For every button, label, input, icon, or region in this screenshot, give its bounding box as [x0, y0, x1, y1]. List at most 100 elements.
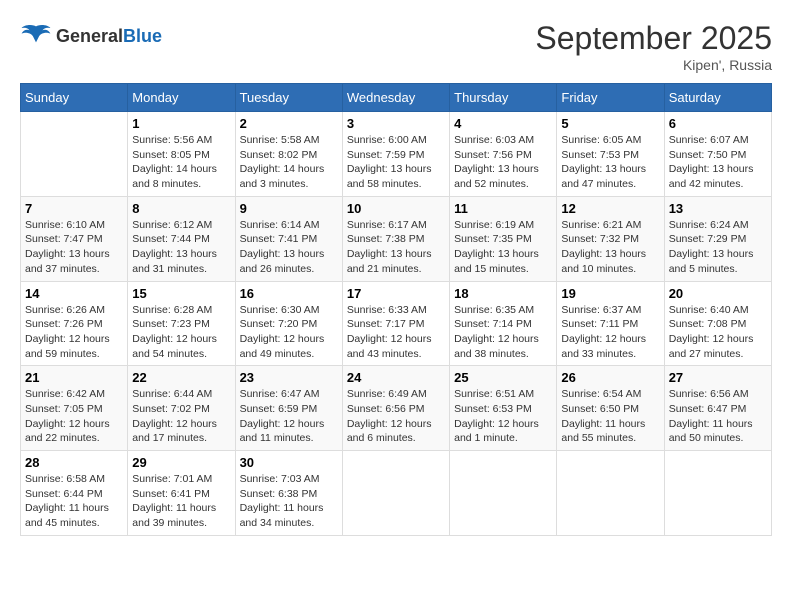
day-number: 17	[347, 286, 445, 301]
day-info: Sunrise: 6:28 AM Sunset: 7:23 PM Dayligh…	[132, 303, 230, 362]
weekday-header: Friday	[557, 84, 664, 112]
day-number: 27	[669, 370, 767, 385]
day-number: 16	[240, 286, 338, 301]
day-info: Sunrise: 6:12 AM Sunset: 7:44 PM Dayligh…	[132, 218, 230, 277]
weekday-header: Monday	[128, 84, 235, 112]
calendar-cell: 2 Sunrise: 5:58 AM Sunset: 8:02 PM Daylig…	[235, 112, 342, 197]
calendar-cell: 9 Sunrise: 6:14 AM Sunset: 7:41 PM Daylig…	[235, 196, 342, 281]
day-number: 14	[25, 286, 123, 301]
title-block: September 2025 Kipen', Russia	[535, 20, 772, 73]
weekday-header: Sunday	[21, 84, 128, 112]
day-number: 26	[561, 370, 659, 385]
calendar-cell: 10 Sunrise: 6:17 AM Sunset: 7:38 PM Dayli…	[342, 196, 449, 281]
calendar: SundayMondayTuesdayWednesdayThursdayFrid…	[20, 83, 772, 536]
calendar-cell: 5Sunrise: 6:05 AM Sunset: 7:53 PM Daylig…	[557, 112, 664, 197]
calendar-cell	[664, 451, 771, 536]
weekday-header: Thursday	[450, 84, 557, 112]
day-number: 3	[347, 116, 445, 131]
calendar-cell	[557, 451, 664, 536]
calendar-cell: 29 Sunrise: 7:01 AM Sunset: 6:41 PM Dayli…	[128, 451, 235, 536]
day-number: 23	[240, 370, 338, 385]
calendar-cell: 23 Sunrise: 6:47 AM Sunset: 6:59 PM Dayli…	[235, 366, 342, 451]
calendar-cell: 13Sunrise: 6:24 AM Sunset: 7:29 PM Dayli…	[664, 196, 771, 281]
calendar-cell: 16 Sunrise: 6:30 AM Sunset: 7:20 PM Dayli…	[235, 281, 342, 366]
calendar-cell: 28 Sunrise: 6:58 AM Sunset: 6:44 PM Dayli…	[21, 451, 128, 536]
calendar-cell: 15 Sunrise: 6:28 AM Sunset: 7:23 PM Dayli…	[128, 281, 235, 366]
calendar-cell: 6 Sunrise: 6:07 AM Sunset: 7:50 PM Daylig…	[664, 112, 771, 197]
weekday-header: Tuesday	[235, 84, 342, 112]
calendar-cell: 27 Sunrise: 6:56 AM Sunset: 6:47 PM Dayli…	[664, 366, 771, 451]
calendar-cell: 4 Sunrise: 6:03 AM Sunset: 7:56 PM Daylig…	[450, 112, 557, 197]
page-header: GeneralBlue September 2025 Kipen', Russi…	[20, 20, 772, 73]
day-info: Sunrise: 6:49 AM Sunset: 6:56 PM Dayligh…	[347, 387, 445, 446]
weekday-header: Wednesday	[342, 84, 449, 112]
logo-text-general: General	[56, 26, 123, 46]
day-info: Sunrise: 6:44 AM Sunset: 7:02 PM Dayligh…	[132, 387, 230, 446]
day-info: Sunrise: 6:24 AM Sunset: 7:29 PM Dayligh…	[669, 218, 767, 277]
day-info: Sunrise: 6:17 AM Sunset: 7:38 PM Dayligh…	[347, 218, 445, 277]
day-number: 2	[240, 116, 338, 131]
day-info: Sunrise: 5:58 AM Sunset: 8:02 PM Dayligh…	[240, 133, 338, 192]
day-number: 25	[454, 370, 552, 385]
calendar-cell: 30 Sunrise: 7:03 AM Sunset: 6:38 PM Dayli…	[235, 451, 342, 536]
day-number: 11	[454, 201, 552, 216]
day-info: Sunrise: 7:03 AM Sunset: 6:38 PM Dayligh…	[240, 472, 338, 531]
day-info: Sunrise: 6:03 AM Sunset: 7:56 PM Dayligh…	[454, 133, 552, 192]
day-info: Sunrise: 6:19 AM Sunset: 7:35 PM Dayligh…	[454, 218, 552, 277]
calendar-week-row: 7Sunrise: 6:10 AM Sunset: 7:47 PM Daylig…	[21, 196, 772, 281]
day-number: 6	[669, 116, 767, 131]
day-number: 1	[132, 116, 230, 131]
calendar-cell: 7Sunrise: 6:10 AM Sunset: 7:47 PM Daylig…	[21, 196, 128, 281]
day-info: Sunrise: 6:30 AM Sunset: 7:20 PM Dayligh…	[240, 303, 338, 362]
day-info: Sunrise: 6:14 AM Sunset: 7:41 PM Dayligh…	[240, 218, 338, 277]
day-number: 8	[132, 201, 230, 216]
calendar-header-row: SundayMondayTuesdayWednesdayThursdayFrid…	[21, 84, 772, 112]
calendar-week-row: 14Sunrise: 6:26 AM Sunset: 7:26 PM Dayli…	[21, 281, 772, 366]
day-number: 19	[561, 286, 659, 301]
calendar-cell: 3 Sunrise: 6:00 AM Sunset: 7:59 PM Daylig…	[342, 112, 449, 197]
calendar-cell: 19 Sunrise: 6:37 AM Sunset: 7:11 PM Dayli…	[557, 281, 664, 366]
day-number: 5	[561, 116, 659, 131]
day-info: Sunrise: 6:00 AM Sunset: 7:59 PM Dayligh…	[347, 133, 445, 192]
calendar-cell: 11 Sunrise: 6:19 AM Sunset: 7:35 PM Dayli…	[450, 196, 557, 281]
calendar-cell: 17 Sunrise: 6:33 AM Sunset: 7:17 PM Dayli…	[342, 281, 449, 366]
day-number: 20	[669, 286, 767, 301]
day-info: Sunrise: 6:21 AM Sunset: 7:32 PM Dayligh…	[561, 218, 659, 277]
calendar-cell	[450, 451, 557, 536]
day-number: 24	[347, 370, 445, 385]
day-number: 10	[347, 201, 445, 216]
calendar-cell	[342, 451, 449, 536]
logo-icon	[20, 20, 52, 52]
day-info: Sunrise: 6:54 AM Sunset: 6:50 PM Dayligh…	[561, 387, 659, 446]
day-info: Sunrise: 6:33 AM Sunset: 7:17 PM Dayligh…	[347, 303, 445, 362]
day-info: Sunrise: 6:42 AM Sunset: 7:05 PM Dayligh…	[25, 387, 123, 446]
calendar-cell: 24 Sunrise: 6:49 AM Sunset: 6:56 PM Dayli…	[342, 366, 449, 451]
calendar-cell: 18Sunrise: 6:35 AM Sunset: 7:14 PM Dayli…	[450, 281, 557, 366]
day-info: Sunrise: 6:47 AM Sunset: 6:59 PM Dayligh…	[240, 387, 338, 446]
calendar-cell: 1Sunrise: 5:56 AM Sunset: 8:05 PM Daylig…	[128, 112, 235, 197]
day-info: Sunrise: 6:58 AM Sunset: 6:44 PM Dayligh…	[25, 472, 123, 531]
day-number: 29	[132, 455, 230, 470]
day-number: 12	[561, 201, 659, 216]
day-number: 15	[132, 286, 230, 301]
weekday-header: Saturday	[664, 84, 771, 112]
day-number: 28	[25, 455, 123, 470]
day-info: Sunrise: 6:56 AM Sunset: 6:47 PM Dayligh…	[669, 387, 767, 446]
day-info: Sunrise: 6:35 AM Sunset: 7:14 PM Dayligh…	[454, 303, 552, 362]
day-info: Sunrise: 6:07 AM Sunset: 7:50 PM Dayligh…	[669, 133, 767, 192]
logo-text-blue: Blue	[123, 26, 162, 46]
day-number: 30	[240, 455, 338, 470]
day-number: 9	[240, 201, 338, 216]
day-info: Sunrise: 7:01 AM Sunset: 6:41 PM Dayligh…	[132, 472, 230, 531]
calendar-cell: 20Sunrise: 6:40 AM Sunset: 7:08 PM Dayli…	[664, 281, 771, 366]
day-info: Sunrise: 6:37 AM Sunset: 7:11 PM Dayligh…	[561, 303, 659, 362]
day-info: Sunrise: 6:10 AM Sunset: 7:47 PM Dayligh…	[25, 218, 123, 277]
day-number: 22	[132, 370, 230, 385]
calendar-week-row: 1Sunrise: 5:56 AM Sunset: 8:05 PM Daylig…	[21, 112, 772, 197]
day-number: 21	[25, 370, 123, 385]
day-number: 4	[454, 116, 552, 131]
calendar-cell: 25Sunrise: 6:51 AM Sunset: 6:53 PM Dayli…	[450, 366, 557, 451]
calendar-cell: 26 Sunrise: 6:54 AM Sunset: 6:50 PM Dayli…	[557, 366, 664, 451]
calendar-cell: 14Sunrise: 6:26 AM Sunset: 7:26 PM Dayli…	[21, 281, 128, 366]
location: Kipen', Russia	[535, 57, 772, 73]
